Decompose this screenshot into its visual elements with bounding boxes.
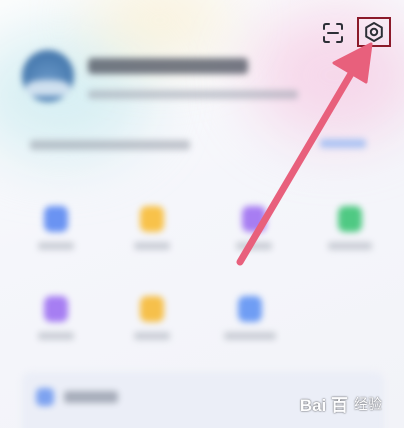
scan-icon — [323, 23, 343, 43]
watermark-subtitle: 经验 — [354, 396, 382, 413]
grid-tile[interactable] — [122, 206, 182, 276]
grid-tile[interactable] — [224, 206, 284, 276]
profile-subtitle-blurred — [88, 90, 298, 99]
gear-icon — [365, 22, 383, 42]
grid-tile[interactable] — [26, 206, 86, 276]
app-icon — [242, 206, 266, 232]
watermark-logo: Bai 百 — [299, 396, 348, 415]
tile-label-blurred — [38, 332, 74, 340]
app-icon — [338, 206, 362, 232]
tile-label-blurred — [328, 242, 372, 250]
tile-label-blurred — [224, 332, 276, 340]
tile-label-blurred — [38, 242, 74, 250]
card-title-blurred — [64, 391, 118, 403]
tile-label-blurred — [236, 242, 272, 250]
section-link-blurred[interactable] — [320, 139, 366, 148]
avatar[interactable] — [22, 50, 74, 102]
app-icon — [140, 206, 164, 232]
blurred-content — [0, 0, 404, 428]
app-icon — [44, 296, 68, 322]
grid-tile[interactable] — [320, 206, 380, 276]
app-screen: Bai 百 经验 — [0, 0, 404, 428]
section-title-blurred — [30, 140, 190, 150]
tile-label-blurred — [134, 332, 170, 340]
settings-button[interactable] — [357, 17, 391, 47]
scan-button[interactable] — [318, 20, 348, 46]
tile-label-blurred — [134, 242, 170, 250]
app-icon — [238, 296, 262, 322]
grid-tile[interactable] — [26, 296, 86, 366]
watermark: Bai 百 经验 — [300, 391, 382, 416]
grid-tile[interactable] — [220, 296, 280, 366]
grid-tile[interactable] — [122, 296, 182, 366]
profile-name-blurred[interactable] — [88, 58, 248, 74]
card-icon — [36, 388, 54, 406]
app-icon — [44, 206, 68, 232]
app-icon — [140, 296, 164, 322]
